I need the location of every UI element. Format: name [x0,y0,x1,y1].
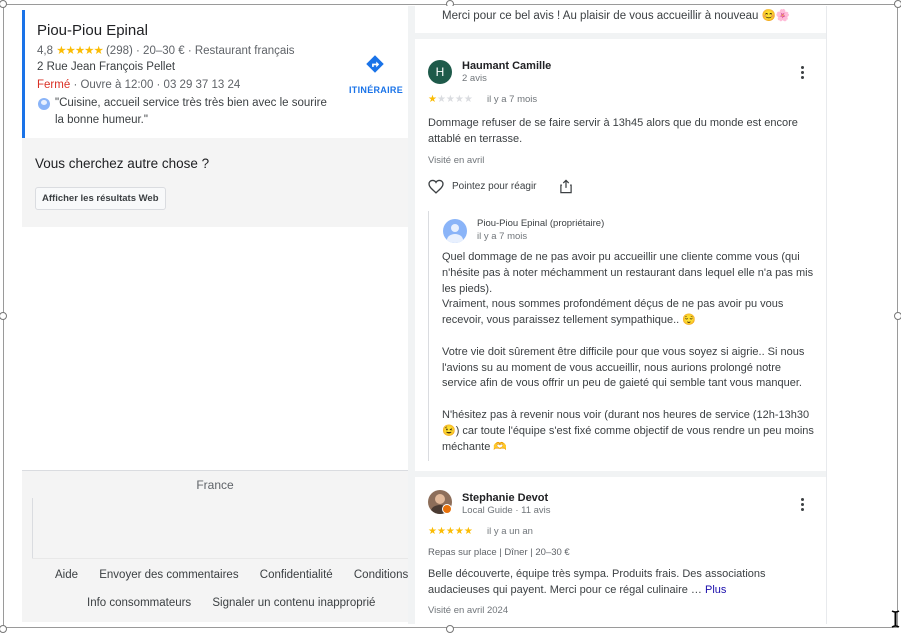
open-status: Fermé [37,79,71,91]
left-empty-area [22,227,408,470]
footer-link-consumer-info[interactable]: Info consommateurs [87,597,191,609]
owner-name: Piou-Piou Epinal (propriétaire) [477,218,605,229]
more-options-icon[interactable] [801,66,805,81]
reviewer-name[interactable]: Haumant Camille [462,60,551,72]
resize-handle-bottom-left[interactable] [0,625,7,633]
rating-stars-1: ★★★★★ [428,94,473,105]
reviews-panel[interactable]: Merci pour ce bel avis ! Au plaisir de v… [415,6,827,624]
reply-paragraph: Votre vie doit sûrement être difficile p… [442,345,805,390]
footer-rule-vertical [32,498,33,558]
business-card[interactable]: Piou-Piou Epinal 4,8 ★★★★★ (298) · 20–30… [22,10,408,138]
reviews-panel-border [826,6,827,624]
local-guide-badge-icon [442,504,452,514]
business-hours: Fermé · Ouvre à 12:00 · 03 29 37 13 24 [37,79,240,91]
heart-icon[interactable] [428,179,444,194]
rating-stars-5: ★★★★★ [428,526,473,537]
reviewer-review-count: Local Guide · 11 avis [462,505,551,516]
resize-handle-right[interactable] [894,312,901,320]
footer-rule-horizontal [32,558,408,559]
directions-button[interactable]: ITINÉRAIRE [349,54,404,98]
owner-reply: Piou-Piou Epinal (propriétaire) il y a 7… [428,211,820,461]
share-icon[interactable] [559,179,573,194]
footer-divider [22,470,408,471]
user-avatar-icon [38,98,50,110]
footer-country: France [196,478,234,492]
visit-date: Visité en avril [428,155,485,166]
business-address: 2 Rue Jean François Pellet [37,61,176,73]
reviewer-review-count: 2 avis [462,73,487,84]
search-more-title: Vous cherchez autre chose ? [35,156,210,171]
hours-phone: · Ouvre à 12:00 · 03 29 37 13 24 [73,79,241,91]
directions-label: ITINÉRAIRE [349,85,404,95]
web-results-button[interactable]: Afficher les résultats Web [35,187,166,210]
review-date: il y a un an [487,526,533,537]
directions-icon [366,55,384,73]
reply-paragraph: N'hésitez pas à revenir nous voir (duran… [442,408,814,453]
footer-link-privacy[interactable]: Confidentialité [260,569,333,581]
footer-link-feedback[interactable]: Envoyer des commentaires [99,569,238,581]
owner-avatar-icon [443,219,467,243]
rating-stars: ★★★★★ [56,45,104,57]
panel-divider [408,6,415,624]
review-text: Belle découverte, équipe très sympa. Pro… [428,566,803,598]
review-text: Dommage refuser de se faire servir à 13h… [428,117,798,145]
footer-links-row2: Info consommateurs Signaler un contenu i… [87,597,393,609]
reply-paragraph: Vraiment, nous sommes profondément déçus… [442,298,784,327]
review-separator [415,471,827,477]
footer-link-report[interactable]: Signaler un contenu inapproprié [212,597,375,609]
price-category: · 20–30 € · Restaurant français [136,45,295,57]
review-separator [415,33,827,39]
business-name[interactable]: Piou-Piou Epinal [37,22,148,39]
owner-reply-date: il y a 7 mois [477,231,528,242]
footer-link-aide[interactable]: Aide [55,569,78,581]
reviewer-avatar[interactable]: H [428,60,452,84]
footer-links-row1: Aide Envoyer des commentaires Confidenti… [55,569,426,581]
left-panel: Piou-Piou Epinal 4,8 ★★★★★ (298) · 20–30… [22,10,408,622]
reviewer-name[interactable]: Stephanie Devot [462,492,548,504]
review-count[interactable]: (298) [106,45,133,57]
resize-handle-top-right[interactable] [894,0,901,8]
text-cursor-icon [891,610,900,628]
review-date: il y a 7 mois [487,94,538,105]
resize-handle-bottom[interactable] [446,625,454,633]
previous-reply-tail: Merci pour ce bel avis ! Au plaisir de v… [442,10,791,22]
business-rating-line: 4,8 ★★★★★ (298) · 20–30 € · Restaurant f… [37,43,295,57]
reply-paragraph: Quel dommage de ne pas avoir pu accueill… [442,251,814,295]
review-actions: Pointez pour réagir [428,179,573,194]
react-button[interactable]: Pointez pour réagir [452,181,537,192]
footer-link-terms[interactable]: Conditions [354,569,408,581]
owner-reply-text: Quel dommage de ne pas avoir pu accueill… [442,250,814,455]
more-options-icon[interactable] [801,498,805,513]
business-quote: "Cuisine, accueil service très très bien… [55,97,327,126]
review-tags: Repas sur place | Dîner | 20–30 € [428,547,570,558]
visit-date: Visité en avril 2024 [428,605,509,616]
more-link[interactable]: Plus [705,584,726,596]
rating-value: 4,8 [37,45,53,57]
